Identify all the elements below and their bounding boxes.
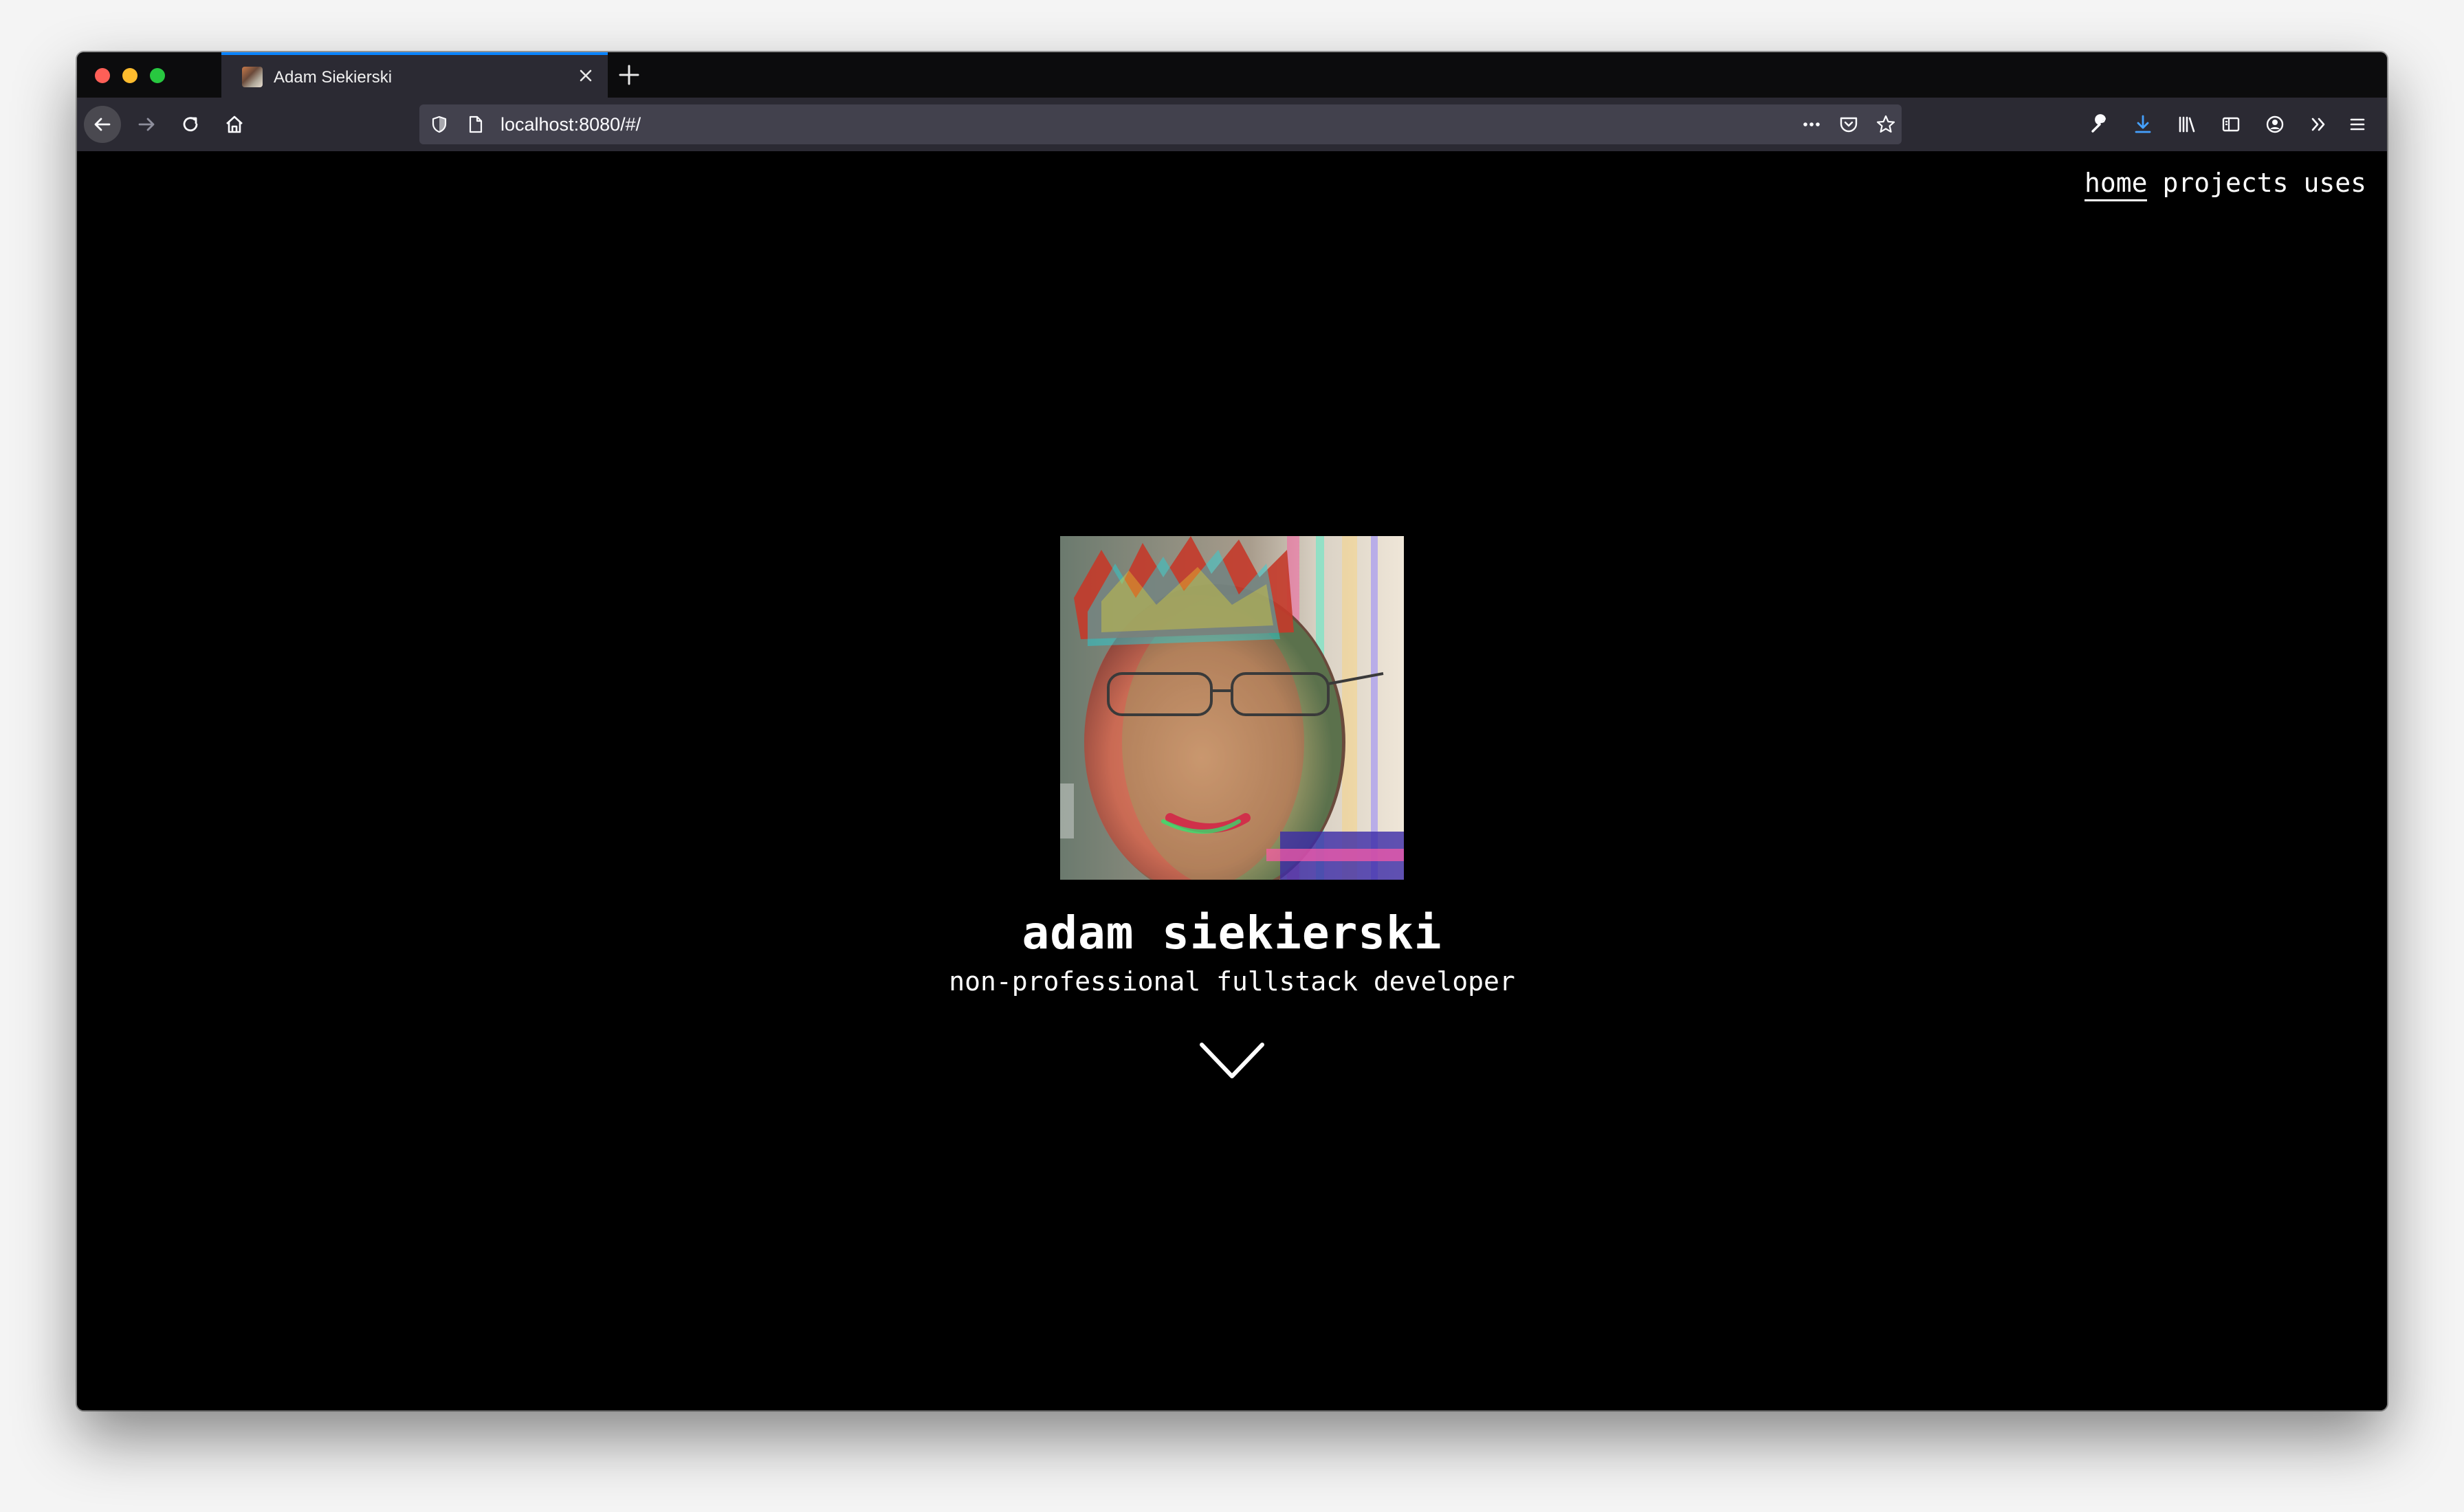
chevron-double-right-icon — [2311, 118, 2325, 131]
reload-button[interactable] — [172, 106, 209, 143]
overflow-menu-button[interactable] — [2300, 106, 2338, 143]
avatar — [1060, 536, 1404, 880]
browser-window: Adam Siekierski localhost:8080/#/ home p… — [77, 52, 2387, 1410]
reload-icon — [183, 117, 198, 132]
arrow-right-icon — [138, 118, 155, 131]
minimize-window-button[interactable] — [122, 68, 138, 83]
pocket-icon[interactable] — [1837, 113, 1860, 136]
forward-button[interactable] — [128, 106, 165, 143]
arrow-left-icon — [94, 118, 111, 131]
page-content: home projects uses adam siekierski non-p… — [77, 151, 2387, 1410]
account-icon — [2266, 115, 2284, 133]
nav-link-projects[interactable]: projects — [2162, 166, 2288, 201]
downloads-button[interactable] — [2124, 106, 2162, 143]
library-icon — [2179, 116, 2195, 133]
page-actions-icon[interactable] — [1800, 113, 1823, 136]
sidebar-icon — [2222, 117, 2240, 132]
close-tab-icon[interactable] — [573, 63, 598, 88]
new-tab-button[interactable] — [613, 59, 645, 91]
page-info-icon[interactable] — [463, 113, 487, 136]
site-nav: home projects uses — [2084, 166, 2366, 201]
url-text[interactable]: localhost:8080/#/ — [500, 113, 641, 135]
home-button[interactable] — [216, 106, 253, 143]
download-icon — [2135, 115, 2151, 133]
tab-title: Adam Siekierski — [274, 68, 393, 87]
shield-icon[interactable] — [428, 113, 451, 136]
hero-tagline: non-professional fullstack developer — [949, 966, 1515, 997]
home-icon — [226, 115, 243, 133]
nav-link-home[interactable]: home — [2084, 166, 2148, 201]
wrench-icon — [2091, 114, 2106, 133]
tab-favicon — [242, 67, 263, 87]
address-bar[interactable]: localhost:8080/#/ — [419, 104, 1902, 144]
bookmark-star-icon[interactable] — [1874, 113, 1898, 136]
app-menu-button[interactable] — [2339, 106, 2376, 143]
hero-name: adam siekierski — [1022, 907, 1442, 959]
navigation-toolbar: localhost:8080/#/ — [77, 98, 2387, 151]
nav-link-uses[interactable]: uses — [2303, 166, 2366, 201]
close-window-button[interactable] — [95, 68, 110, 83]
hero-section: adam siekierski non-professional fullsta… — [77, 536, 2387, 1080]
browser-tab[interactable]: Adam Siekierski — [221, 52, 608, 98]
sidebar-button[interactable] — [2212, 106, 2250, 143]
tab-strip: Adam Siekierski — [77, 52, 2387, 98]
hamburger-menu-icon — [2350, 118, 2365, 131]
scroll-down-chevron-icon[interactable] — [1199, 1042, 1265, 1080]
account-button[interactable] — [2256, 106, 2294, 143]
zoom-window-button[interactable] — [150, 68, 165, 83]
back-button[interactable] — [84, 106, 121, 143]
library-button[interactable] — [2168, 106, 2206, 143]
developer-tools-button[interactable] — [2080, 106, 2118, 143]
